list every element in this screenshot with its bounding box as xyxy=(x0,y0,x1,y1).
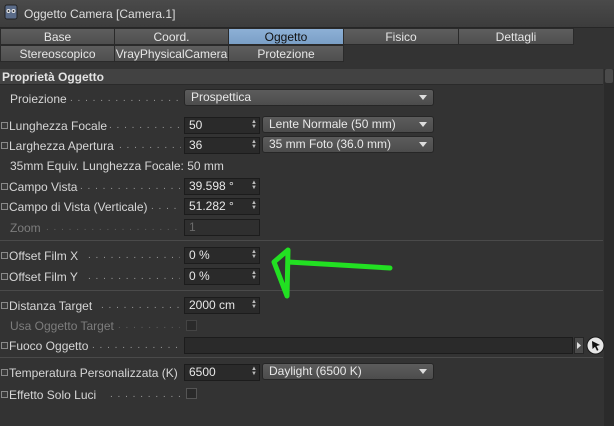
larghezza-apertura-preset-dropdown[interactable]: 35 mm Foto (36.0 mm) xyxy=(262,136,434,153)
zoom-label: Zoom xyxy=(10,221,41,235)
tab-vrayphysicalcamera[interactable]: VrayPhysicalCamera xyxy=(114,45,229,62)
dot-leader: . . . . . . . . . . . . . . . xyxy=(88,250,180,261)
tab-fisico[interactable]: Fisico xyxy=(343,28,459,45)
chevron-down-icon xyxy=(419,142,427,147)
animation-key-icon[interactable] xyxy=(1,183,8,190)
larghezza-apertura-preset: 35 mm Foto (36.0 mm) xyxy=(269,137,392,151)
lunghezza-focale-preset: Lente Normale (50 mm) xyxy=(269,117,396,131)
zoom-input: 1 xyxy=(184,219,260,236)
proiezione-value: Prospettica xyxy=(191,90,252,104)
campo-vista-verticale-input[interactable]: 51.282 ° ▲ ▼ xyxy=(184,198,260,215)
distanza-target-label: Distanza Target xyxy=(9,299,93,313)
usa-oggetto-target-checkbox xyxy=(186,320,197,331)
pick-cursor-icon[interactable] xyxy=(586,336,605,355)
chevron-down-icon xyxy=(419,369,427,374)
animation-key-icon[interactable] xyxy=(1,369,8,376)
animation-key-icon[interactable] xyxy=(1,203,8,210)
tab-stereoscopico[interactable]: Stereoscopico xyxy=(0,45,115,62)
animation-key-icon[interactable] xyxy=(1,342,8,349)
link-field-arrow[interactable] xyxy=(574,337,584,354)
larghezza-apertura-input[interactable]: 36 ▲ ▼ xyxy=(184,137,260,154)
dot-leader: . . . . . . . . . . . . . . xyxy=(92,340,180,351)
spinner-arrows-icon[interactable]: ▲ ▼ xyxy=(251,119,257,130)
tab-base[interactable]: Base xyxy=(0,28,115,45)
separator xyxy=(0,290,603,291)
distanza-target-value: 2000 cm xyxy=(189,298,236,312)
tab-dettagli[interactable]: Dettagli xyxy=(458,28,574,45)
separator xyxy=(0,240,603,241)
proiezione-dropdown[interactable]: Prospettica xyxy=(184,89,434,106)
proiezione-label: Proiezione xyxy=(10,92,67,106)
dot-leader: . . . . . . . . . . . . . . . xyxy=(88,271,180,282)
spinner-arrows-icon[interactable]: ▲ ▼ xyxy=(251,180,257,191)
lunghezza-focale-value: 50 xyxy=(189,118,203,132)
dot-leader: . . . . . . . . . . xyxy=(118,320,180,331)
tab-coord[interactable]: Coord. xyxy=(114,28,229,45)
temperatura-label: Temperatura Personalizzata (K) xyxy=(9,366,178,380)
dot-leader: . . . . . . . . . . . . . xyxy=(101,300,181,311)
lunghezza-focale-label: Lunghezza Focale xyxy=(9,119,108,133)
window-title: Oggetto Camera [Camera.1] xyxy=(24,7,176,21)
dot-leader: . . . . . . . . . . . . . . . . xyxy=(80,181,180,192)
dot-leader: . . . . . . . . . . . xyxy=(110,389,180,400)
animation-key-icon[interactable] xyxy=(1,391,8,398)
offset-film-x-input[interactable]: 0 % ▲ ▼ xyxy=(184,247,260,264)
animation-key-icon[interactable] xyxy=(1,142,8,149)
chevron-right-icon xyxy=(577,342,581,349)
animation-key-icon[interactable] xyxy=(1,273,8,280)
fuoco-oggetto-label: Fuoco Oggetto xyxy=(9,339,89,353)
spinner-arrows-icon[interactable]: ▲ ▼ xyxy=(251,249,257,260)
tab-protezione[interactable]: Protezione xyxy=(228,45,344,62)
section-header: Proprietà Oggetto xyxy=(0,69,603,85)
offset-film-y-value: 0 % xyxy=(189,269,210,283)
temperatura-input[interactable]: 6500 ▲ ▼ xyxy=(184,364,260,381)
chevron-down-icon xyxy=(419,95,427,100)
larghezza-apertura-value: 36 xyxy=(189,138,203,152)
campo-vista-label: Campo Vista xyxy=(9,180,78,194)
dot-leader: . . . . . . . . . . . . xyxy=(109,120,181,131)
animation-key-icon[interactable] xyxy=(1,252,8,259)
chevron-down-icon xyxy=(419,122,427,127)
animation-key-icon[interactable] xyxy=(1,302,8,309)
lunghezza-focale-input[interactable]: 50 ▲ ▼ xyxy=(184,117,260,134)
campo-vista-input[interactable]: 39.598 ° ▲ ▼ xyxy=(184,178,260,195)
effetto-solo-luci-label: Effetto Solo Luci xyxy=(9,388,97,402)
title-bar: Oggetto Camera [Camera.1] xyxy=(0,0,614,28)
camera-object-icon xyxy=(4,4,18,20)
dot-leader: . . . . . . . . . . . . . . . . . . . . … xyxy=(46,222,180,233)
spinner-arrows-icon[interactable]: ▲ ▼ xyxy=(251,270,257,281)
lunghezza-focale-preset-dropdown[interactable]: Lente Normale (50 mm) xyxy=(262,116,434,133)
dot-leader: . . . . . . . . . . . . . . . . . . xyxy=(70,93,178,104)
scrollbar-thumb[interactable] xyxy=(605,69,613,83)
temperatura-preset-dropdown[interactable]: Daylight (6500 K) xyxy=(262,363,434,380)
animation-key-icon[interactable] xyxy=(1,122,8,129)
fuoco-oggetto-link-field[interactable] xyxy=(184,337,573,354)
campo-vista-verticale-value: 51.282 ° xyxy=(189,199,234,213)
campo-vista-value: 39.598 ° xyxy=(189,179,234,193)
temperatura-value: 6500 xyxy=(189,365,216,379)
zoom-value: 1 xyxy=(189,220,196,234)
offset-film-x-label: Offset Film X xyxy=(9,249,79,263)
larghezza-apertura-label: Larghezza Apertura xyxy=(9,139,114,153)
temperatura-preset: Daylight (6500 K) xyxy=(269,364,362,378)
scrollbar[interactable] xyxy=(604,69,614,426)
tab-oggetto[interactable]: Oggetto xyxy=(228,28,344,45)
offset-film-y-input[interactable]: 0 % ▲ ▼ xyxy=(184,268,260,285)
campo-vista-verticale-label: Campo di Vista (Verticale) xyxy=(9,200,148,214)
offset-film-x-value: 0 % xyxy=(189,248,210,262)
spinner-arrows-icon[interactable]: ▲ ▼ xyxy=(251,366,257,377)
spinner-arrows-icon[interactable]: ▲ ▼ xyxy=(251,139,257,150)
spinner-arrows-icon[interactable]: ▲ ▼ xyxy=(251,200,257,211)
dot-leader: . . . . xyxy=(151,201,178,212)
separator xyxy=(0,357,603,358)
spinner-arrows-icon[interactable]: ▲ ▼ xyxy=(251,299,257,310)
dot-leader: . . . . . . . . . . xyxy=(119,140,181,151)
distanza-target-input[interactable]: 2000 cm ▲ ▼ xyxy=(184,297,260,314)
usa-oggetto-target-label: Usa Oggetto Target xyxy=(10,319,114,333)
effetto-solo-luci-checkbox[interactable] xyxy=(186,388,197,399)
offset-film-y-label: Offset Film Y xyxy=(9,270,78,284)
equiv-focal-length-text: 35mm Equiv. Lunghezza Focale: 50 mm xyxy=(10,159,224,173)
